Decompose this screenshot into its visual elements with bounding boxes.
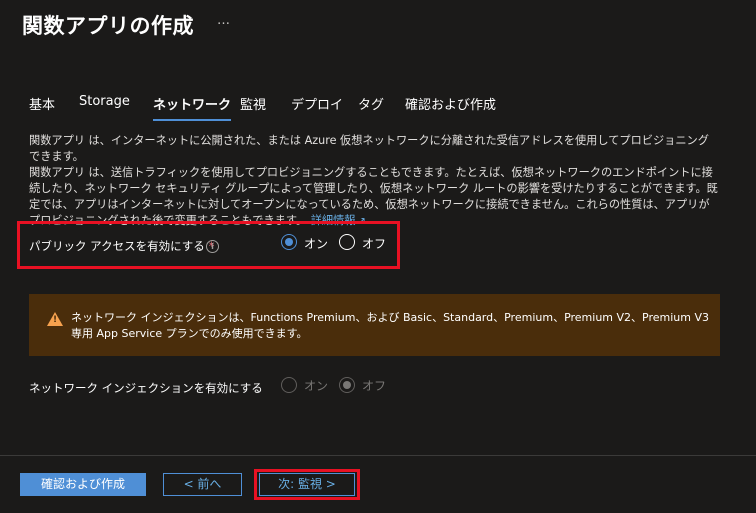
tab-deployment[interactable]: デプロイ	[291, 94, 343, 121]
more-options-icon[interactable]: …	[217, 13, 230, 28]
tab-review-create[interactable]: 確認および作成	[405, 94, 496, 121]
warning-text: ネットワーク インジェクションは、Functions Premium、および B…	[71, 311, 709, 340]
network-injection-on-label: オン	[304, 379, 329, 393]
tab-storage[interactable]: Storage	[79, 94, 130, 117]
description-line-2-text: 関数アプリ は、送信トラフィックを使用してプロビジョニングすることもできます。た…	[29, 166, 718, 227]
next-monitoring-button[interactable]: 次: 監視 >	[259, 473, 355, 496]
tab-basics[interactable]: 基本	[29, 94, 55, 121]
public-access-on-label[interactable]: オン	[304, 235, 328, 252]
network-injection-label: ネットワーク インジェクションを有効にする	[29, 381, 263, 395]
public-access-label-text: パブリック アクセスを有効にする	[29, 239, 205, 253]
networking-description: 関数アプリ は、インターネットに公開された、または Azure 仮想ネットワーク…	[29, 133, 719, 230]
tab-tags[interactable]: タグ	[358, 94, 384, 121]
network-injection-warning: ! ネットワーク インジェクションは、Functions Premium、および…	[29, 294, 720, 356]
network-injection-off-label: オフ	[362, 379, 387, 393]
previous-button[interactable]: < 前へ	[163, 473, 242, 496]
tab-monitoring[interactable]: 監視	[240, 94, 266, 121]
page-title: 関数アプリの作成	[22, 14, 194, 38]
network-injection-off-radio	[339, 377, 355, 393]
warning-glyph: !	[53, 315, 58, 325]
tab-networking[interactable]: ネットワーク	[153, 94, 232, 121]
info-icon[interactable]: i	[206, 240, 219, 253]
review-create-button[interactable]: 確認および作成	[20, 473, 146, 496]
warning-icon: !	[47, 312, 63, 326]
public-access-label: パブリック アクセスを有効にする *	[29, 238, 214, 254]
public-access-on-radio[interactable]	[281, 234, 297, 250]
public-access-off-label[interactable]: オフ	[362, 235, 386, 252]
network-injection-on-radio	[281, 377, 297, 393]
public-access-off-radio[interactable]	[339, 234, 355, 250]
footer-divider	[0, 455, 756, 456]
description-line-1: 関数アプリ は、インターネットに公開された、または Azure 仮想ネットワーク…	[29, 134, 709, 163]
